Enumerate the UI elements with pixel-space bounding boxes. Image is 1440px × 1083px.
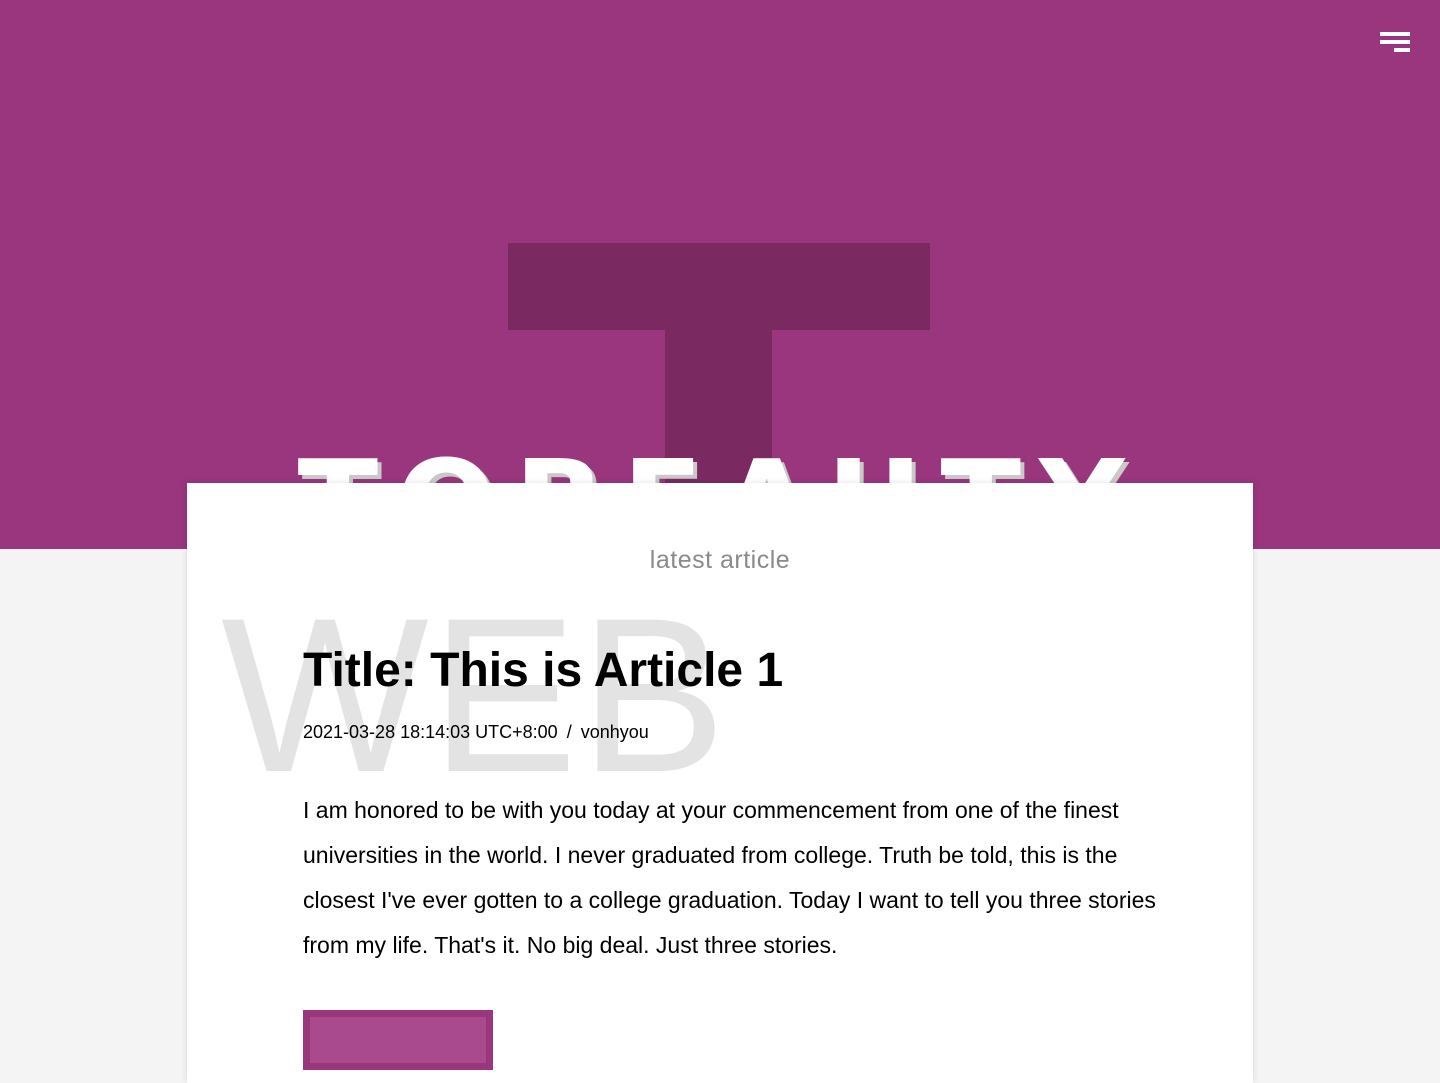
latest-article-card: latest article WEB Title: This is Articl…: [187, 483, 1253, 1083]
article-author[interactable]: vonhyou: [581, 722, 649, 742]
article-excerpt: I am honored to be with you today at you…: [303, 797, 1156, 958]
menu-button[interactable]: [1372, 26, 1416, 60]
hero-letter-crossbar: [508, 243, 930, 330]
read-more-button[interactable]: [303, 1010, 493, 1070]
article-title[interactable]: Title: This is Article 1: [303, 643, 783, 699]
article-meta: 2021-03-28 18:14:03 UTC+8:00 / vonhyou: [303, 720, 649, 744]
meta-separator: /: [566, 722, 572, 742]
article-date: 2021-03-28 18:14:03 UTC+8:00: [303, 722, 558, 742]
hero-banner: TOBEAUTY: [0, 0, 1440, 549]
